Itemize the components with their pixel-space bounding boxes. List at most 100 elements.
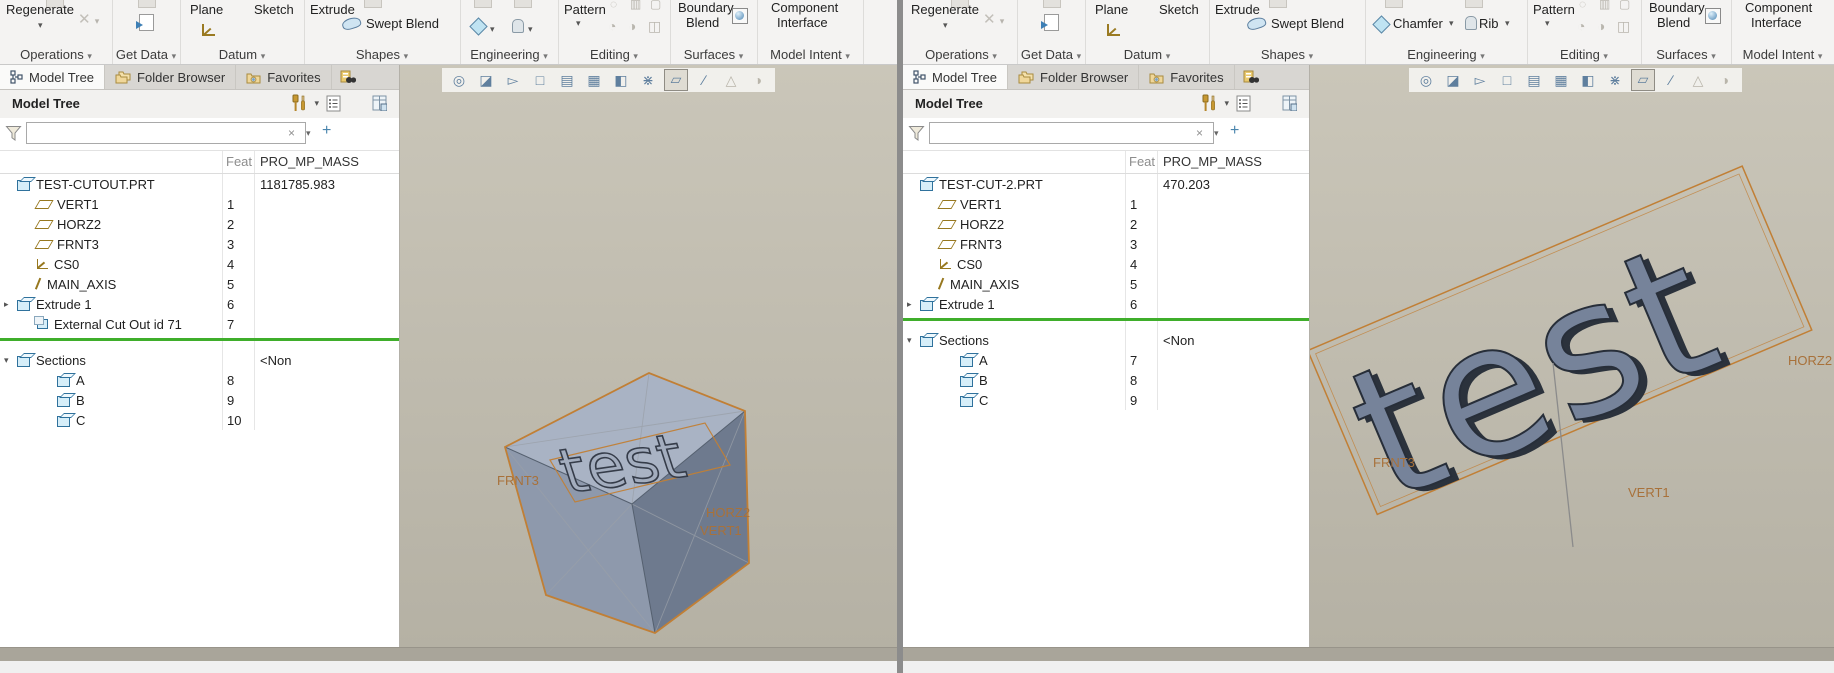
chamfer-caret-icon[interactable]: ▾ [490,24,495,35]
datum-group-label[interactable]: Datum ▾ [1085,47,1209,62]
tree-row-section[interactable]: C9 [903,390,1309,410]
import-icon[interactable] [1041,14,1059,31]
boundary-blend-button-line2[interactable]: Blend [1657,15,1690,30]
get-data-group-label[interactable]: Get Data ▾ [112,47,180,62]
filter-funnel-icon[interactable] [908,125,925,142]
tree-settings-icon[interactable] [1201,94,1217,112]
chamfer-caret-icon[interactable]: ▾ [1449,18,1454,29]
find-button[interactable] [1235,65,1267,89]
pattern-button[interactable]: Pattern [564,2,606,17]
operations-group-label[interactable]: Operations ▾ [0,47,112,62]
component-interface-button[interactable]: Component [771,0,838,15]
tree-row-datum-plane[interactable]: FRNT3 3 [0,234,399,254]
regenerate-caret-icon[interactable]: ▾ [943,20,948,31]
mass-column-header[interactable]: PRO_MP_MASS [260,154,359,169]
chamfer-button[interactable]: Chamfer [1393,16,1443,31]
tree-row-sections[interactable]: Sections<Non [0,350,399,370]
tree-row-datum-plane[interactable]: HORZ2 2 [0,214,399,234]
model-text-canvas[interactable]: test test [1310,65,1834,648]
boundary-blend-icon[interactable] [1705,8,1721,24]
insert-here-line[interactable] [0,338,399,341]
tree-row-axis[interactable]: MAIN_AXIS 5 [0,274,399,294]
boundary-blend-button-line2[interactable]: Blend [686,15,719,30]
extrude-button[interactable]: Extrude [310,2,355,17]
component-interface-button[interactable]: Component [1745,0,1812,15]
model-intent-group-label[interactable]: Model Intent ▾ [757,47,863,62]
graphics-area-left[interactable]: ◎ ◪ ▻ □ ▤ ▦ ◧ ⋇ ▱ ∕ △ ◑ test FRNT3 HORZ2… [400,65,897,648]
graphics-area-right[interactable]: ◎ ◪ ▻ □ ▤ ▦ ◧ ⋇ ▱ ∕ △ ◑ test test FRNT3 … [1310,65,1834,648]
delete-button[interactable]: ✕ ▾ [983,10,1004,28]
mass-column-header[interactable]: PRO_MP_MASS [1163,154,1262,169]
tab-favorites[interactable]: Favorites [1139,65,1235,89]
tree-row-datum-plane[interactable]: HORZ2 2 [903,214,1309,234]
tree-settings-caret-icon[interactable]: ▾ [1224,98,1229,109]
tree-row-datum-plane[interactable]: FRNT3 3 [903,234,1309,254]
rib-caret-icon[interactable]: ▾ [1505,18,1510,29]
regenerate-caret-icon[interactable]: ▾ [38,20,43,31]
tree-filter-input[interactable] [929,122,1214,144]
regenerate-button[interactable]: Regenerate [911,2,979,17]
editing-group-label[interactable]: Editing ▾ [1527,47,1641,62]
tree-row-part[interactable]: TEST-CUT-2.PRT 470.203 [903,174,1309,194]
component-interface-button-line2[interactable]: Interface [777,15,828,30]
hole-caret-icon[interactable]: ▾ [528,24,533,35]
tab-folder-browser[interactable]: Folder Browser [105,65,237,89]
tree-row-part[interactable]: TEST-CUTOUT.PRT 1181785.983 [0,174,399,194]
chamfer-icon[interactable] [469,17,488,36]
rib-button[interactable]: Rib [1479,16,1499,31]
tree-row-section[interactable]: B8 [903,370,1309,390]
tree-settings-icon[interactable] [291,94,307,112]
filter-funnel-icon[interactable] [5,125,22,142]
tree-row-extrude[interactable]: Extrude 16 [903,294,1309,314]
swept-blend-button[interactable]: Swept Blend [366,16,439,31]
model-intent-group-label[interactable]: Model Intent ▾ [1731,47,1834,62]
editing-group-label[interactable]: Editing ▾ [558,47,670,62]
plane-button[interactable]: Plane [190,2,223,17]
datum-group-label[interactable]: Datum ▾ [180,47,304,62]
boundary-blend-button[interactable]: Boundary [678,0,734,15]
shapes-group-label[interactable]: Shapes ▾ [304,47,460,62]
tree-settings-caret-icon[interactable]: ▾ [314,98,319,109]
engineering-group-label[interactable]: Engineering ▾ [1365,47,1527,62]
clear-filter-icon[interactable]: × [288,126,295,140]
tree-row-datum-plane[interactable]: VERT1 1 [903,194,1309,214]
tree-columns-icon[interactable] [1282,95,1297,111]
expander-icon[interactable] [4,355,17,366]
swept-blend-button[interactable]: Swept Blend [1271,16,1344,31]
tree-row-section[interactable]: A8 [0,370,399,390]
regenerate-button[interactable]: Regenerate [6,2,74,17]
extrude-button[interactable]: Extrude [1215,2,1260,17]
tree-row-external-cut[interactable]: External Cut Out id 71 7 [0,314,399,334]
tree-filters-icon[interactable] [326,95,341,112]
expander-icon[interactable] [907,299,920,310]
boundary-blend-button[interactable]: Boundary [1649,0,1705,15]
sketch-button[interactable]: Sketch [254,2,294,17]
filter-add-icon[interactable]: + [1230,122,1239,140]
engineering-group-label[interactable]: Engineering ▾ [460,47,558,62]
expander-icon[interactable] [907,335,920,346]
surfaces-group-label[interactable]: Surfaces ▾ [1641,47,1731,62]
filter-caret-icon[interactable]: ▾ [306,128,311,139]
coordinate-system-icon[interactable] [202,24,215,36]
tab-favorites[interactable]: Favorites [236,65,332,89]
pattern-caret-icon[interactable]: ▾ [576,18,581,29]
tree-filters-icon[interactable] [1236,95,1251,112]
tree-row-section[interactable]: B9 [0,390,399,410]
tree-row-csys[interactable]: CS0 4 [0,254,399,274]
tree-columns-icon[interactable] [372,95,387,111]
tab-model-tree[interactable]: Model Tree [0,65,106,89]
get-data-group-label[interactable]: Get Data ▾ [1017,47,1085,62]
operations-group-label[interactable]: Operations ▾ [905,47,1017,62]
tab-folder-browser[interactable]: Folder Browser [1008,65,1140,89]
clear-filter-icon[interactable]: × [1196,126,1203,140]
feat-column-header[interactable]: Feat [1129,154,1155,169]
tab-model-tree[interactable]: Model Tree [903,65,1009,89]
model-cube-canvas[interactable]: test [400,65,897,648]
tree-row-datum-plane[interactable]: VERT1 1 [0,194,399,214]
pattern-caret-icon[interactable]: ▾ [1545,18,1550,29]
hole-icon[interactable] [512,19,524,33]
component-interface-button-line2[interactable]: Interface [1751,15,1802,30]
filter-caret-icon[interactable]: ▾ [1214,128,1219,139]
filter-add-icon[interactable]: + [322,122,331,140]
coordinate-system-icon[interactable] [1107,24,1120,36]
